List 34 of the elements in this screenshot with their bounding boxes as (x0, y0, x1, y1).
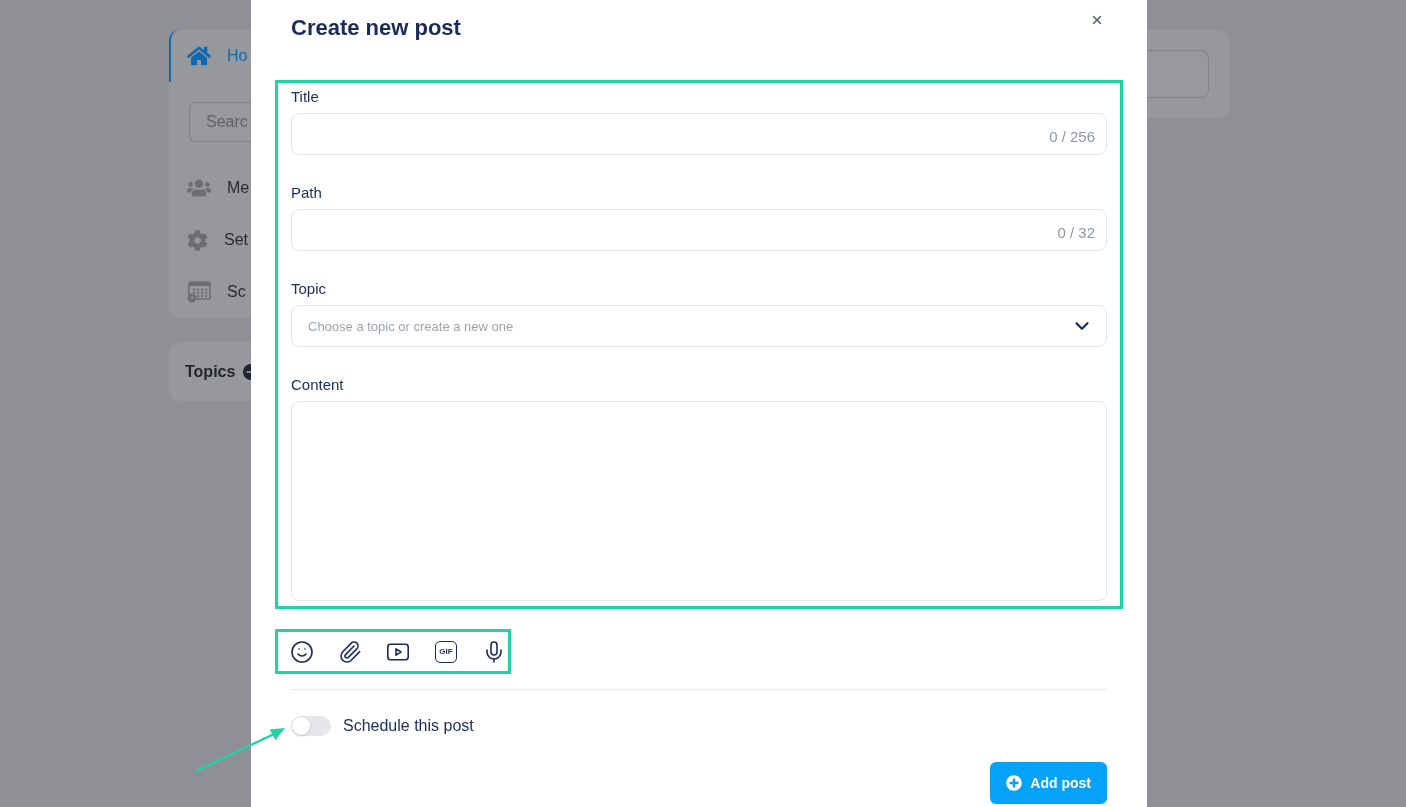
sidebar-item[interactable]: Sc (169, 266, 251, 318)
character-counter: 0 / 256 (1049, 127, 1095, 145)
field-label: Content (291, 375, 345, 395)
field-label: Path (291, 183, 323, 203)
smile-icon (290, 639, 314, 664)
add-post-button[interactable]: Add post (990, 762, 1107, 804)
input-field[interactable] (1147, 50, 1209, 98)
gif-button[interactable]: GIF (435, 640, 457, 663)
settings-icon (187, 229, 208, 251)
emoji-button[interactable] (290, 639, 314, 664)
sidebar-item-label: Ho (227, 47, 248, 65)
topics-heading: Topics (185, 362, 236, 381)
attach-button[interactable] (338, 639, 362, 664)
sidebar-item[interactable]: Me (169, 162, 251, 214)
text-input[interactable] (291, 209, 1107, 251)
character-counter: 0 / 32 (1057, 223, 1095, 241)
close-icon (1090, 13, 1104, 27)
schedule-toggle[interactable] (291, 716, 331, 736)
close-button[interactable] (1090, 13, 1104, 27)
paperclip-icon (338, 639, 362, 664)
text-input[interactable] (291, 113, 1107, 155)
arrow-icon (195, 728, 285, 772)
topic-select[interactable]: Choose a topic or create a new one (291, 305, 1107, 347)
search-field[interactable]: Searc (189, 102, 251, 142)
field-label: Topic (291, 279, 328, 299)
toggle-label: Schedule this post (343, 717, 474, 735)
sidebar-item[interactable]: Set (169, 214, 251, 266)
sidebar-item-label: Set (224, 231, 248, 249)
home-icon (187, 44, 211, 68)
field-label: Title (291, 87, 320, 107)
sidebar-item-label: Me (227, 179, 250, 197)
calendar-clock-icon (187, 281, 211, 303)
dialog-title: Create new post (291, 14, 461, 42)
sidebar-item-label: Sc (227, 283, 246, 301)
